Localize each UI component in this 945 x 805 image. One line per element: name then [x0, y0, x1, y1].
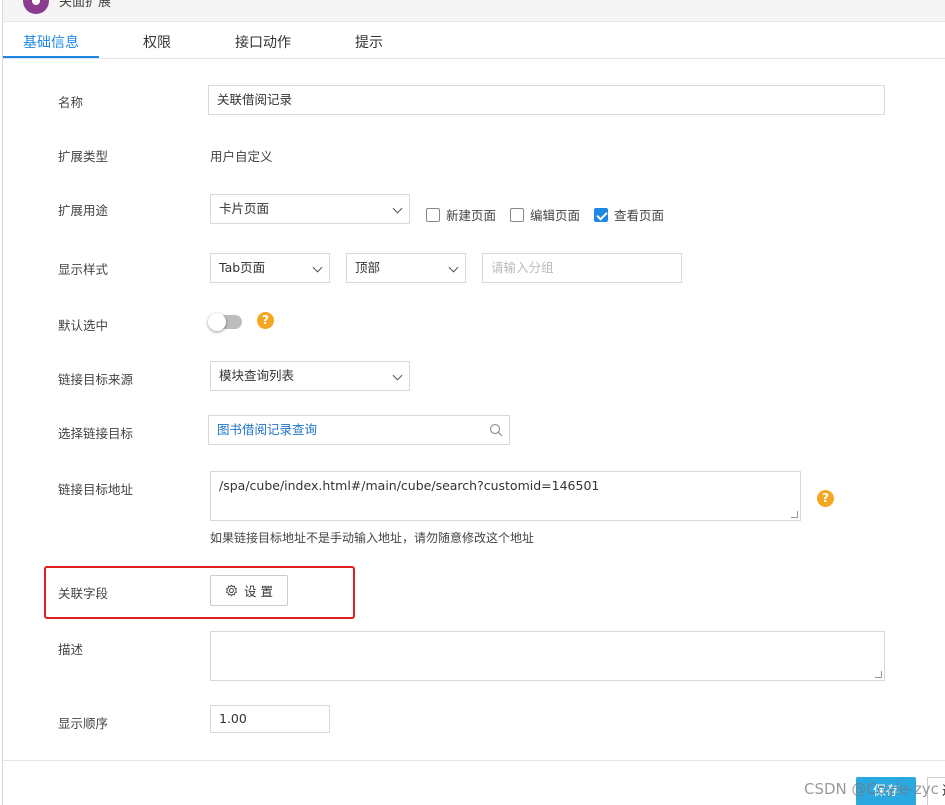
group-input-placeholder: 请输入分组 — [491, 260, 554, 275]
help-icon[interactable]: ? — [257, 312, 274, 329]
checkbox-icon — [510, 207, 524, 222]
ext-type-label: 扩展类型 — [58, 149, 109, 164]
checkbox-new-page[interactable]: 新建页面 — [426, 205, 496, 224]
search-icon[interactable] — [489, 423, 503, 437]
resize-handle-icon[interactable] — [791, 511, 798, 518]
settings-button[interactable]: 设 置 — [210, 575, 288, 606]
description-textarea[interactable] — [210, 631, 885, 681]
link-target-label: 选择链接目标 — [58, 426, 134, 441]
chevron-down-icon — [448, 262, 459, 273]
checkbox-icon — [426, 207, 440, 222]
link-url-hint: 如果链接目标地址不是手动输入地址，请勿随意修改这个地址 — [210, 531, 535, 545]
name-input[interactable]: 关联借阅记录 — [208, 85, 885, 115]
link-target-input[interactable]: 图书借阅记录查询 — [208, 415, 510, 445]
tab-bar: 基础信息 权限 接口动作 提示 — [3, 22, 945, 59]
help-icon[interactable]: ? — [817, 490, 834, 507]
chevron-down-icon — [392, 370, 403, 381]
toggle-knob — [208, 313, 226, 331]
display-position-selected: 顶部 — [355, 260, 381, 275]
display-style-label: 显示样式 — [58, 262, 109, 277]
tab-interface-actions[interactable]: 接口动作 — [235, 32, 291, 52]
order-input[interactable]: 1.00 — [210, 705, 330, 733]
link-url-value: /spa/cube/index.html#/main/cube/search?c… — [219, 478, 600, 493]
dialog-title: 关面扩展 — [59, 0, 112, 10]
checkbox-edit-page-label: 编辑页面 — [530, 208, 581, 223]
settings-button-label: 设 置 — [244, 584, 273, 599]
checkbox-checked-icon — [594, 207, 608, 222]
ext-usage-label: 扩展用途 — [58, 203, 109, 218]
watermark: CSDN @Coyle-zyc — [804, 780, 939, 798]
chevron-down-icon — [312, 262, 323, 273]
link-source-selected: 模块查询列表 — [219, 368, 295, 383]
chevron-down-icon — [392, 203, 403, 214]
resize-handle-icon[interactable] — [875, 671, 882, 678]
name-label: 名称 — [58, 95, 84, 110]
checkbox-edit-page[interactable]: 编辑页面 — [510, 205, 580, 224]
link-source-select[interactable]: 模块查询列表 — [210, 361, 410, 391]
dialog: 关面扩展 基础信息 权限 接口动作 提示 名称 关联借阅记录 扩展类型 用户自定… — [2, 0, 945, 805]
display-style-selected: Tab页面 — [219, 260, 266, 275]
ext-usage-select[interactable]: 卡片页面 — [210, 194, 410, 224]
group-input[interactable]: 请输入分组 — [482, 253, 682, 283]
tab-basic-info[interactable]: 基础信息 — [23, 32, 79, 52]
dialog-header: 关面扩展 — [3, 0, 945, 22]
link-url-textarea[interactable]: /spa/cube/index.html#/main/cube/search?c… — [210, 471, 801, 521]
link-source-label: 链接目标来源 — [58, 372, 134, 387]
ext-type-value: 用户自定义 — [210, 149, 273, 164]
checkbox-view-page[interactable]: 查看页面 — [594, 205, 664, 224]
checkbox-view-page-label: 查看页面 — [614, 208, 665, 223]
link-target-value: 图书借阅记录查询 — [217, 422, 318, 437]
order-label: 显示顺序 — [58, 716, 109, 731]
default-selected-toggle[interactable] — [208, 313, 242, 331]
related-fields-label: 关联字段 — [58, 586, 109, 601]
tab-permissions[interactable]: 权限 — [143, 32, 171, 52]
tab-tips[interactable]: 提示 — [355, 32, 383, 52]
display-style-select[interactable]: Tab页面 — [210, 253, 330, 283]
ext-usage-selected: 卡片页面 — [219, 201, 270, 216]
display-position-select[interactable]: 顶部 — [346, 253, 466, 283]
default-selected-label: 默认选中 — [58, 318, 109, 333]
description-label: 描述 — [58, 642, 84, 657]
active-tab-indicator — [3, 56, 99, 58]
gear-icon — [226, 584, 237, 597]
checkbox-new-page-label: 新建页面 — [446, 208, 497, 223]
link-url-label: 链接目标地址 — [58, 482, 134, 497]
app-logo-icon — [23, 0, 49, 14]
